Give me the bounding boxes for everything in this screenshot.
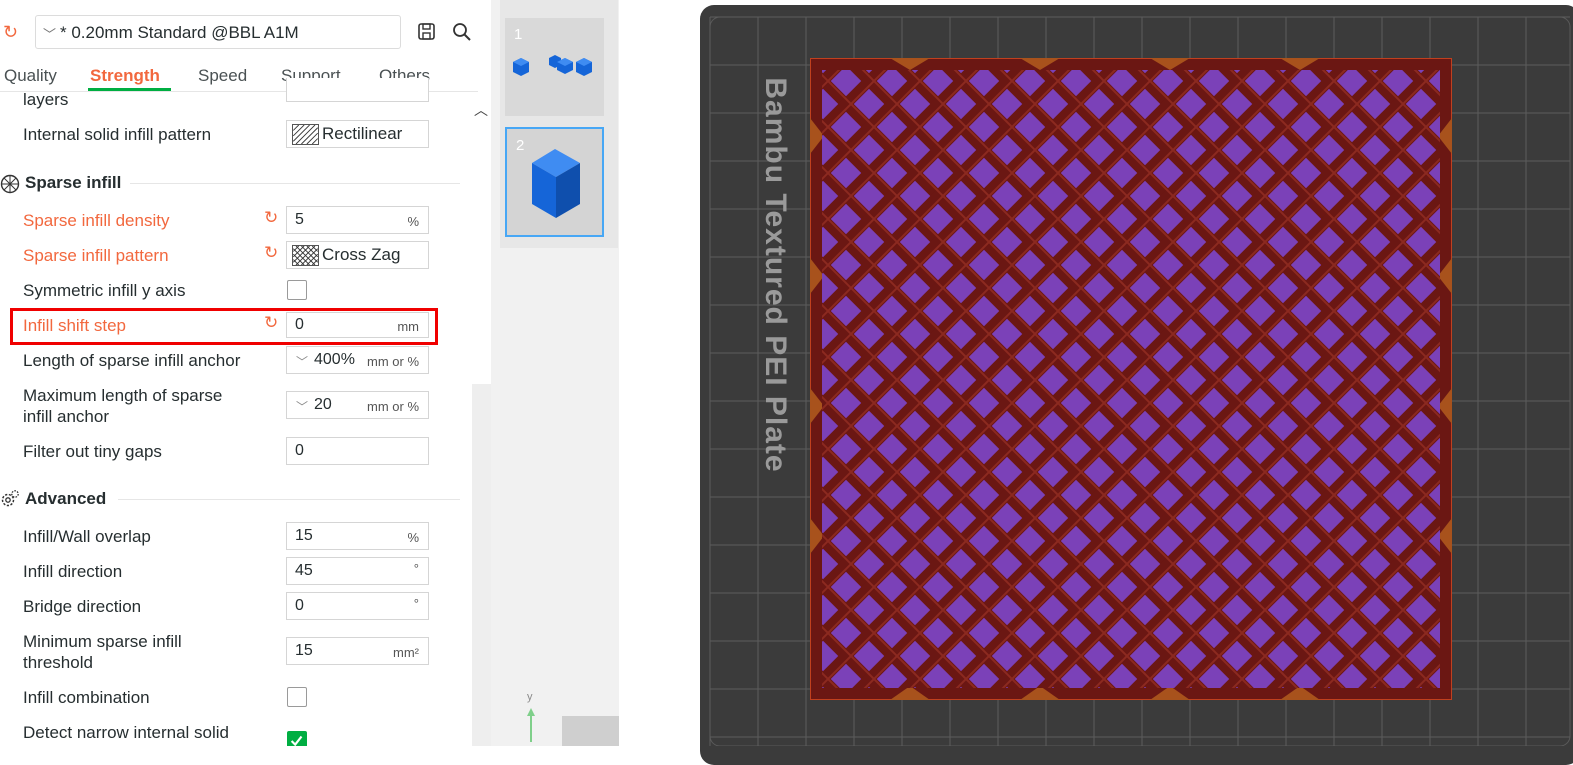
- infill-direction-input[interactable]: 45 °: [286, 557, 429, 585]
- infill-combination-label: Infill combination: [23, 688, 150, 707]
- infill-wall-overlap-label: Infill/Wall overlap: [23, 527, 151, 546]
- preset-name: * 0.20mm Standard @BBL A1M: [60, 23, 299, 42]
- anchor-length-select[interactable]: ﹀ 400% mm or %: [286, 346, 429, 374]
- bridge-direction-unit: °: [413, 596, 419, 611]
- bridge-direction-input[interactable]: 0 °: [286, 592, 429, 620]
- axis-gizmo: y: [527, 691, 620, 746]
- detect-narrow-internal-solid-checkbox[interactable]: [287, 731, 307, 746]
- preset-dropdown[interactable]: ﹀ * 0.20mm Standard @BBL A1M: [35, 15, 401, 49]
- partial-row-label: layers: [23, 90, 69, 109]
- checkmark-icon: [290, 735, 303, 746]
- sparse-infill-pattern-label: Sparse infill pattern: [23, 246, 169, 265]
- infill-direction-value: 45: [295, 562, 313, 579]
- partial-row-field[interactable]: [286, 78, 429, 102]
- tab-quality[interactable]: Quality: [4, 66, 57, 86]
- infill-combination-checkbox[interactable]: [287, 687, 307, 707]
- wall-overlap-unit: %: [407, 530, 419, 545]
- infill-direction-label: Infill direction: [23, 562, 123, 581]
- pattern-reset-icon[interactable]: ↻: [264, 243, 278, 263]
- scroll-up-icon[interactable]: ︿: [474, 100, 488, 120]
- axis-y-label: y: [527, 691, 533, 703]
- filter-tiny-gaps-input[interactable]: 0: [286, 437, 429, 465]
- advanced-section-title: Advanced: [25, 489, 107, 508]
- active-tab-indicator: [88, 88, 171, 91]
- min-sparse-threshold-input[interactable]: 15 mm²: [286, 637, 429, 665]
- sparse-infill-density-input[interactable]: 5 %: [286, 206, 429, 234]
- sparse-infill-pattern-select[interactable]: Cross Zag: [286, 241, 429, 269]
- settings-panel: ↻ ﹀ * 0.20mm Standard @BBL A1M Quality S…: [0, 0, 491, 746]
- plate-thumbnail-1[interactable]: 1: [505, 18, 604, 116]
- sliced-model-preview: [810, 58, 1452, 700]
- preset-reset-icon[interactable]: ↻: [3, 22, 18, 42]
- infill-shift-step-label: Infill shift step: [23, 316, 126, 335]
- sparse-infill-pattern-value: Cross Zag: [322, 245, 401, 264]
- detect-narrow-internal-solid-label: Detect narrow internal solid: [23, 723, 229, 742]
- plate-thumbnail-2[interactable]: 2: [505, 127, 604, 237]
- max-anchor-length-value: 20: [314, 396, 332, 413]
- section-divider: [118, 499, 460, 500]
- filter-gaps-value: 0: [295, 442, 304, 459]
- search-icon[interactable]: [451, 21, 473, 43]
- tab-speed[interactable]: Speed: [198, 66, 247, 86]
- density-value: 5: [295, 211, 304, 228]
- plate-name-label: Bambu Textured PEI Plate: [759, 77, 792, 473]
- save-icon[interactable]: [416, 21, 438, 43]
- min-sparse-threshold-unit: mm²: [393, 645, 419, 660]
- scrollbar[interactable]: [472, 384, 491, 746]
- max-anchor-length-label-line2: infill anchor: [23, 407, 109, 426]
- plate-number: 2: [516, 137, 525, 154]
- sparse-infill-density-label: Sparse infill density: [23, 211, 170, 230]
- min-sparse-threshold-value: 15: [295, 642, 313, 659]
- min-sparse-threshold-label-line1: Minimum sparse infill: [23, 632, 182, 651]
- plate-number: 1: [514, 26, 523, 43]
- infill-shift-step-input[interactable]: 0 mm: [286, 312, 429, 338]
- bridge-direction-value: 0: [295, 597, 304, 614]
- shift-step-value: 0: [295, 316, 304, 333]
- max-anchor-length-select[interactable]: ﹀ 20 mm or %: [286, 391, 429, 419]
- density-reset-icon[interactable]: ↻: [264, 208, 278, 228]
- chevron-down-icon: ﹀: [296, 400, 309, 414]
- density-unit: %: [407, 214, 419, 229]
- chevron-down-icon: ﹀: [296, 355, 309, 369]
- cross-zag-pattern-icon: [292, 245, 319, 266]
- section-divider: [130, 183, 460, 184]
- tab-strength[interactable]: Strength: [90, 66, 160, 86]
- shift-step-reset-icon[interactable]: ↻: [264, 313, 278, 333]
- wall-overlap-value: 15: [295, 527, 313, 544]
- infill-wall-overlap-input[interactable]: 15 %: [286, 522, 429, 550]
- rectilinear-pattern-icon: [292, 124, 319, 145]
- bridge-direction-label: Bridge direction: [23, 597, 142, 616]
- internal-solid-infill-pattern-label: Internal solid infill pattern: [23, 125, 212, 144]
- anchor-length-value: 400%: [314, 351, 355, 368]
- infill-direction-unit: °: [413, 561, 419, 576]
- anchor-length-unit: mm or %: [367, 354, 419, 369]
- internal-solid-infill-pattern-value: Rectilinear: [322, 124, 403, 143]
- filter-tiny-gaps-label: Filter out tiny gaps: [23, 442, 162, 461]
- anchor-length-label: Length of sparse infill anchor: [23, 351, 241, 370]
- chevron-down-icon: ﹀: [43, 27, 57, 42]
- sparse-infill-section-icon: [0, 174, 20, 194]
- symmetric-infill-y-axis-label: Symmetric infill y axis: [23, 281, 186, 300]
- shift-step-unit: mm: [397, 319, 419, 334]
- min-sparse-threshold-label-line2: threshold: [23, 653, 93, 672]
- sparse-infill-section-title: Sparse infill: [25, 173, 122, 192]
- symmetric-infill-y-axis-checkbox[interactable]: [287, 280, 307, 300]
- max-anchor-length-unit: mm or %: [367, 399, 419, 414]
- max-anchor-length-label-line1: Maximum length of sparse: [23, 386, 223, 405]
- advanced-gear-icon: [1, 490, 19, 507]
- internal-solid-infill-pattern-select[interactable]: Rectilinear: [286, 120, 429, 148]
